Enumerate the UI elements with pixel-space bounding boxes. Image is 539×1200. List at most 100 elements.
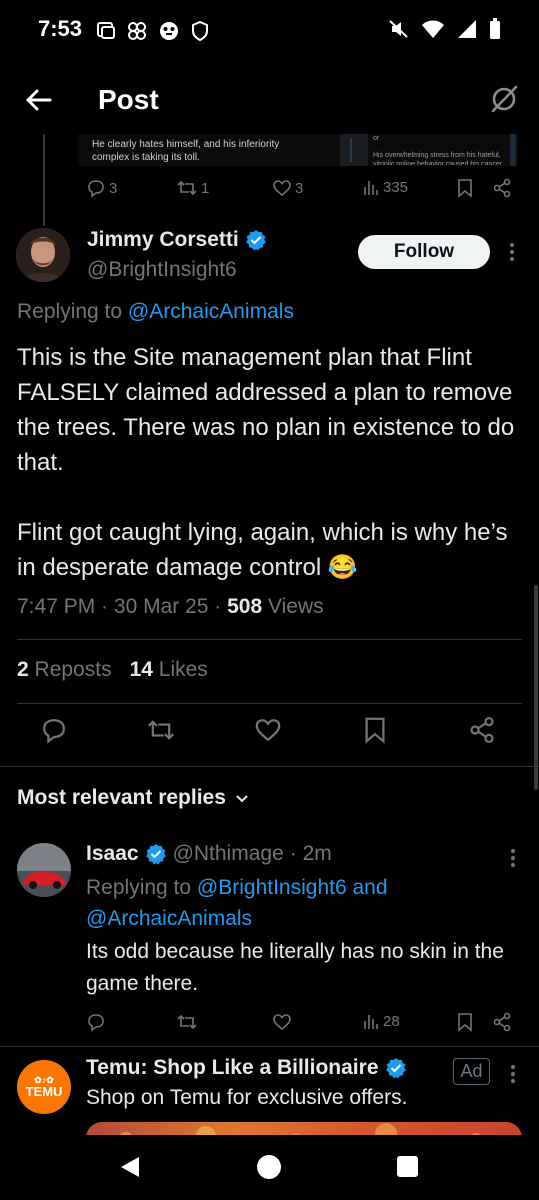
shield-icon: [190, 20, 210, 42]
ad-name: Temu: Shop Like a Billionaire: [86, 1056, 379, 1079]
author-name-row[interactable]: Jimmy Corsetti: [87, 228, 267, 252]
ad-more-button[interactable]: [503, 1062, 523, 1088]
views-count: 335: [383, 178, 409, 196]
reply-replying-prefix: Replying to: [86, 876, 192, 899]
triangle-back-icon: [118, 1155, 142, 1179]
views-icon: [362, 1012, 380, 1030]
reply-body: Its odd because he literally has no skin…: [86, 940, 504, 995]
bookmark-icon: [456, 1012, 474, 1032]
thread-line: [43, 134, 45, 226]
share-icon: [492, 1012, 512, 1032]
reply-icon: [86, 1012, 106, 1032]
repost-count: 1: [201, 179, 210, 197]
replying-to-link[interactable]: @ArchaicAnimals: [128, 300, 294, 323]
ad-name-row[interactable]: Temu: Shop Like a Billionaire: [86, 1056, 407, 1080]
quoted-right-or: or: [373, 135, 380, 142]
quoted-left-text: He clearly hates himself, and his inferi…: [92, 139, 280, 163]
page-title: Post: [98, 84, 159, 115]
quoted-right-text: His overwhelming stress from his hateful…: [373, 152, 503, 165]
status-time: 7:53: [38, 16, 83, 41]
reply-replying-link-2[interactable]: @ArchaicAnimals: [86, 907, 252, 930]
game-icon: [158, 20, 180, 42]
ad-avatar[interactable]: ✿♪✿ TEMU: [17, 1060, 71, 1114]
share-icon: [492, 178, 512, 198]
repost-button[interactable]: 1: [176, 178, 209, 198]
post-time: 7:47 PM: [17, 595, 96, 618]
bookmark-icon: [456, 178, 474, 198]
post-date: 30 Mar 25: [113, 595, 209, 618]
replying-to-line: Replying to @ArchaicAnimals: [17, 300, 294, 324]
screen-icon: [96, 20, 116, 42]
views-button[interactable]: 335: [362, 178, 408, 196]
post-stats: 2 Reposts 14 Likes: [17, 658, 208, 682]
reply-icon: [86, 178, 106, 198]
repost-icon: [176, 1012, 198, 1032]
bookmark-button[interactable]: [362, 716, 392, 746]
back-button[interactable]: [20, 82, 56, 118]
wifi-icon: [421, 19, 445, 39]
status-left-icons: [96, 20, 210, 42]
divider: [0, 1046, 539, 1047]
more-vertical-icon: [503, 1062, 523, 1088]
post-views-count: 508: [227, 595, 263, 618]
views-count: 28: [383, 1012, 400, 1030]
repost-button[interactable]: [176, 1012, 198, 1032]
reply-header: Isaac @Nthimage · 2m: [86, 842, 332, 866]
post-meta: 7:47 PM · 30 Mar 25 · 508 Views: [17, 595, 324, 618]
views-button[interactable]: 28: [362, 1012, 400, 1030]
reply-author-name[interactable]: Isaac: [86, 842, 139, 866]
signal-icon: [457, 19, 477, 39]
likes-stat[interactable]: 14 Likes: [130, 658, 208, 682]
reply-more-button[interactable]: [503, 846, 523, 872]
reply-button[interactable]: [40, 716, 70, 746]
ad-badge: Ad: [453, 1058, 490, 1085]
reposts-stat[interactable]: 2 Reposts: [17, 658, 112, 682]
nav-back-button[interactable]: [118, 1155, 142, 1179]
reply-count: 3: [109, 179, 118, 197]
nav-home-button[interactable]: [257, 1155, 281, 1179]
more-vertical-icon: [503, 846, 523, 872]
reply-author-handle[interactable]: @Nthimage: [173, 842, 284, 866]
arrow-left-icon: [20, 82, 56, 118]
mute-icon: [389, 19, 409, 39]
like-button[interactable]: 3: [272, 178, 303, 198]
scrollbar[interactable]: [534, 585, 538, 790]
grok-button[interactable]: [489, 84, 519, 114]
more-options-button[interactable]: [502, 240, 522, 266]
author-handle[interactable]: @BrightInsight6: [87, 258, 237, 282]
likes-count: 14: [129, 658, 153, 681]
like-button[interactable]: [254, 716, 284, 746]
follow-button[interactable]: Follow: [358, 235, 490, 269]
reply-button[interactable]: [86, 1012, 106, 1032]
heart-icon: [254, 716, 284, 744]
reply-replying-to: Replying to @BrightInsight6 and @Archaic…: [86, 872, 506, 934]
replying-prefix: Replying to: [17, 300, 123, 323]
verified-badge-icon: [245, 229, 267, 251]
grok-icon: [489, 84, 519, 114]
likes-label: Likes: [158, 658, 208, 681]
reply-button[interactable]: 3: [86, 178, 117, 198]
author-name: Jimmy Corsetti: [87, 228, 239, 251]
reposts-label: Reposts: [34, 658, 112, 681]
reply-time: · 2m: [289, 842, 332, 865]
divider: [0, 766, 539, 767]
share-button[interactable]: [492, 178, 512, 198]
repost-icon: [176, 178, 198, 198]
repost-icon: [146, 716, 176, 744]
bookmark-button[interactable]: [456, 178, 474, 198]
bookmark-button[interactable]: [456, 1012, 474, 1032]
share-button[interactable]: [492, 1012, 512, 1032]
share-button[interactable]: [468, 716, 498, 746]
bookmark-icon: [362, 716, 392, 744]
author-avatar[interactable]: [16, 228, 70, 282]
like-button[interactable]: [272, 1012, 292, 1032]
nav-recents-button[interactable]: [397, 1156, 418, 1177]
replies-sort-dropdown[interactable]: Most relevant replies: [17, 786, 250, 810]
reply-avatar[interactable]: [17, 843, 71, 897]
repost-button[interactable]: [146, 716, 176, 746]
views-icon: [362, 178, 380, 196]
reply-replying-and: and: [352, 876, 388, 899]
share-icon: [468, 716, 498, 744]
reply-replying-link-1[interactable]: @BrightInsight6: [197, 876, 347, 899]
reposts-count: 2: [17, 658, 29, 681]
